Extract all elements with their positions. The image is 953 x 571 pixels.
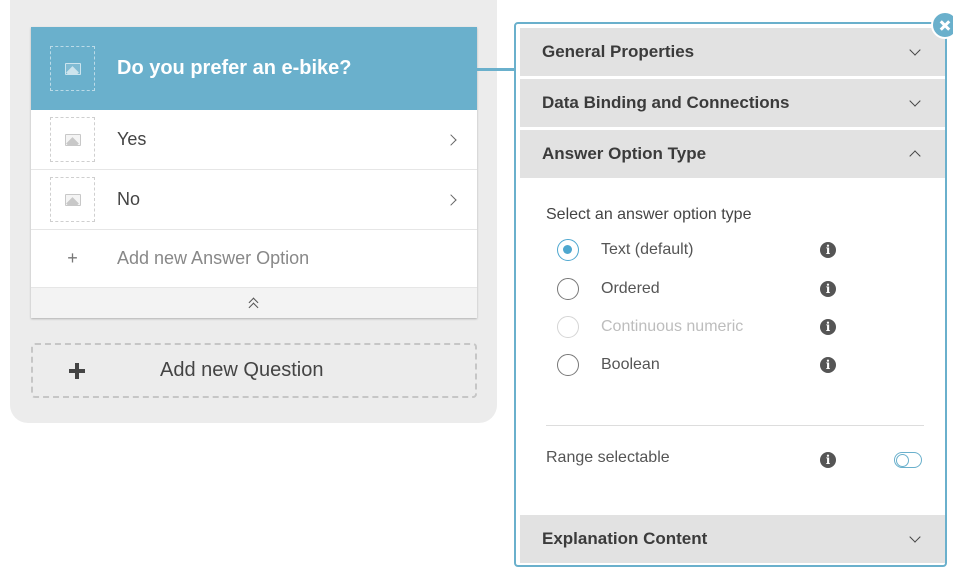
radio-ordered[interactable]: Ordered [557,276,857,302]
info-icon[interactable]: i [820,452,836,468]
section-explanation-content[interactable]: Explanation Content [520,515,945,563]
add-question-label: Add new Question [160,359,324,381]
collapse-question-button[interactable] [31,288,477,318]
question-header[interactable]: Do you prefer an e-bike? [31,27,477,110]
answer-option-yes[interactable]: Yes [31,110,477,170]
question-card: Do you prefer an e-bike? Yes No + Add ne… [31,27,477,318]
section-answer-option-type[interactable]: Answer Option Type [520,130,945,178]
question-image-placeholder[interactable] [50,46,95,91]
image-icon [64,133,81,146]
radio-label: Text (default) [601,241,694,258]
option-image-placeholder[interactable] [50,177,95,222]
add-answer-option-label: Add new Answer Option [117,248,310,268]
radio-label: Continuous numeric [601,318,744,335]
answer-option-label: Yes [117,129,147,149]
double-chevron-up-icon [248,297,260,313]
info-icon[interactable]: i [820,357,836,373]
chevron-up-icon [909,150,921,162]
option-image-placeholder[interactable] [50,117,95,162]
chevron-right-icon[interactable] [445,193,457,206]
radio-boolean[interactable]: Boolean [557,352,857,378]
answer-type-prompt: Select an answer option type [546,206,752,223]
radio-label: Boolean [601,356,660,373]
plus-icon [69,362,85,379]
section-label: Data Binding and Connections [542,93,790,112]
chevron-down-icon [909,95,921,107]
properties-panel: General Properties Data Binding and Conn… [514,22,947,567]
chevron-down-icon [909,44,921,56]
section-data-binding[interactable]: Data Binding and Connections [520,79,945,127]
radio-button[interactable] [557,239,579,261]
answer-option-label: No [117,189,141,209]
radio-label: Ordered [601,280,660,297]
range-selectable-label: Range selectable [546,449,670,466]
section-label: General Properties [542,42,695,61]
divider [546,425,924,426]
radio-continuous-numeric: Continuous numeric [557,314,857,340]
add-question-button[interactable]: Add new Question [31,343,477,398]
image-icon [64,193,81,206]
plus-icon: + [67,248,78,268]
close-icon[interactable] [931,11,953,39]
info-icon[interactable]: i [820,319,836,335]
answer-option-no[interactable]: No [31,170,477,230]
section-label: Answer Option Type [542,144,707,163]
connector-line [477,68,515,71]
chevron-right-icon[interactable] [445,133,457,146]
range-selectable-toggle[interactable] [894,452,922,468]
section-general-properties[interactable]: General Properties [520,28,945,76]
editor-root: Do you prefer an e-bike? Yes No + Add ne… [0,0,953,571]
radio-button[interactable] [557,354,579,376]
radio-button [557,316,579,338]
chevron-down-icon [909,531,921,543]
radio-button[interactable] [557,278,579,300]
image-icon [64,62,81,75]
section-label: Explanation Content [542,529,708,548]
info-icon[interactable]: i [820,242,836,258]
question-title: Do you prefer an e-bike? [117,57,352,79]
add-answer-option-button[interactable]: + Add new Answer Option [31,230,477,288]
info-icon[interactable]: i [820,281,836,297]
radio-text-default[interactable]: Text (default) [557,237,857,263]
